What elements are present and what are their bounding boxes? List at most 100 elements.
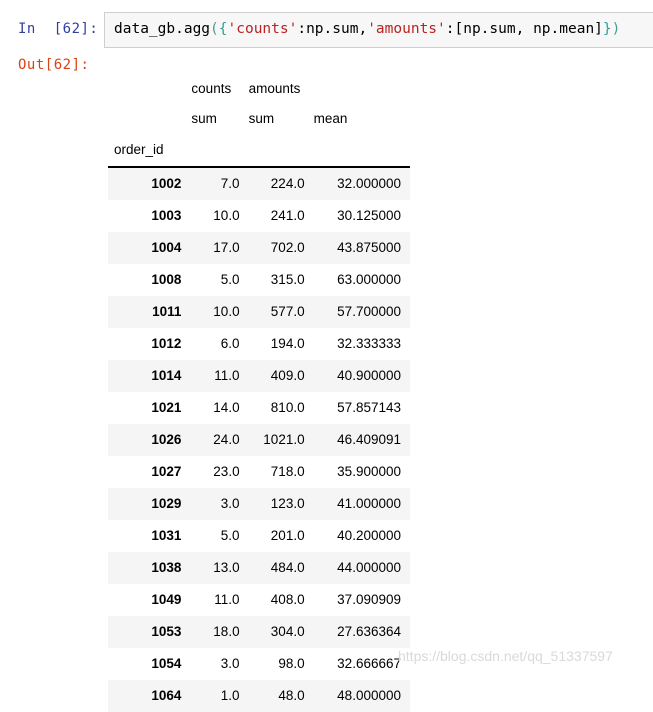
cell-amounts-sum: 123.0 <box>249 488 314 520</box>
cell-amounts-sum: 577.0 <box>249 296 314 328</box>
cell-counts-sum: 23.0 <box>191 456 248 488</box>
table-body: 10027.0224.032.000000100310.0241.030.125… <box>108 167 410 712</box>
cell-amounts-mean: 30.125000 <box>314 200 410 232</box>
cell-amounts-mean: 41.000000 <box>314 488 410 520</box>
cell-amounts-sum: 1021.0 <box>249 424 314 456</box>
cell-amounts-mean: 40.900000 <box>314 360 410 392</box>
group-header-counts: counts <box>191 74 248 104</box>
cell-counts-sum: 24.0 <box>191 424 248 456</box>
dataframe-table: counts amounts sum sum mean order_id 100… <box>108 74 410 712</box>
row-index-cell: 1011 <box>108 296 191 328</box>
index-row-blank-1 <box>191 134 248 167</box>
cell-amounts-mean: 32.333333 <box>314 328 410 360</box>
sub-header-amounts-sum: sum <box>249 104 314 134</box>
row-index-cell: 1021 <box>108 392 191 424</box>
code-line[interactable]: data_gb.agg({'counts':np.sum,'amounts':[… <box>114 21 620 37</box>
row-index-cell: 1012 <box>108 328 191 360</box>
cell-counts-sum: 10.0 <box>191 200 248 232</box>
row-index-cell: 1054 <box>108 648 191 680</box>
cell-amounts-sum: 718.0 <box>249 456 314 488</box>
table-row: 102624.01021.046.409091 <box>108 424 410 456</box>
cell-counts-sum: 11.0 <box>191 360 248 392</box>
row-index-cell: 1038 <box>108 552 191 584</box>
cell-amounts-sum: 702.0 <box>249 232 314 264</box>
group-header-row: counts amounts <box>108 74 410 104</box>
row-index-cell: 1053 <box>108 616 191 648</box>
group-header-amounts: amounts <box>249 74 314 104</box>
cell-amounts-sum: 48.0 <box>249 680 314 712</box>
row-index-cell: 1029 <box>108 488 191 520</box>
table-row: 105318.0304.027.636364 <box>108 616 410 648</box>
row-index-cell: 1014 <box>108 360 191 392</box>
cell-amounts-mean: 27.636364 <box>314 616 410 648</box>
sub-header-blank <box>108 104 191 134</box>
cell-counts-sum: 17.0 <box>191 232 248 264</box>
code-token-string-counts: 'counts' <box>228 21 298 37</box>
index-name-row: order_id <box>108 134 410 167</box>
code-token-np-sum-1: :np.sum, <box>297 21 367 37</box>
cell-amounts-mean: 57.700000 <box>314 296 410 328</box>
table-row: 10641.048.048.000000 <box>108 680 410 712</box>
cell-amounts-sum: 409.0 <box>249 360 314 392</box>
cell-counts-sum: 6.0 <box>191 328 248 360</box>
row-index-cell: 1049 <box>108 584 191 616</box>
table-row: 100417.0702.043.875000 <box>108 232 410 264</box>
code-editor-area[interactable]: data_gb.agg({'counts':np.sum,'amounts':[… <box>104 12 653 48</box>
code-token-close-brace: } <box>603 21 612 37</box>
cell-amounts-sum: 408.0 <box>249 584 314 616</box>
cell-counts-sum: 5.0 <box>191 520 248 552</box>
cell-amounts-sum: 810.0 <box>249 392 314 424</box>
cell-amounts-sum: 304.0 <box>249 616 314 648</box>
cell-amounts-sum: 484.0 <box>249 552 314 584</box>
table-row: 10027.0224.032.000000 <box>108 167 410 200</box>
sub-header-counts-sum: sum <box>191 104 248 134</box>
code-token-call: data_gb.agg <box>114 21 210 37</box>
table-row: 101411.0409.040.900000 <box>108 360 410 392</box>
table-row: 102723.0718.035.900000 <box>108 456 410 488</box>
cell-counts-sum: 10.0 <box>191 296 248 328</box>
cell-amounts-sum: 315.0 <box>249 264 314 296</box>
table-row: 10085.0315.063.000000 <box>108 264 410 296</box>
row-index-cell: 1002 <box>108 167 191 200</box>
index-name-label: order_id <box>108 134 191 167</box>
sub-header-amounts-mean: mean <box>314 104 410 134</box>
cell-amounts-mean: 32.000000 <box>314 167 410 200</box>
row-index-cell: 1008 <box>108 264 191 296</box>
group-header-spacer <box>314 74 410 104</box>
table-row: 10315.0201.040.200000 <box>108 520 410 552</box>
cell-amounts-sum: 201.0 <box>249 520 314 552</box>
index-row-blank-2 <box>249 134 314 167</box>
dataframe-output: counts amounts sum sum mean order_id 100… <box>108 74 410 712</box>
out-prompt-label: Out[62]: <box>18 57 89 73</box>
cell-amounts-sum: 98.0 <box>249 648 314 680</box>
table-head: counts amounts sum sum mean order_id <box>108 74 410 167</box>
table-row: 100310.0241.030.125000 <box>108 200 410 232</box>
cell-counts-sum: 3.0 <box>191 488 248 520</box>
code-token-open-paren: ( <box>210 21 219 37</box>
row-index-cell: 1003 <box>108 200 191 232</box>
table-row: 103813.0484.044.000000 <box>108 552 410 584</box>
cell-amounts-mean: 40.200000 <box>314 520 410 552</box>
table-row: 10543.098.032.666667 <box>108 648 410 680</box>
row-index-cell: 1004 <box>108 232 191 264</box>
cell-counts-sum: 11.0 <box>191 584 248 616</box>
cell-amounts-mean: 63.000000 <box>314 264 410 296</box>
cell-amounts-mean: 32.666667 <box>314 648 410 680</box>
cell-amounts-mean: 57.857143 <box>314 392 410 424</box>
cell-amounts-mean: 44.000000 <box>314 552 410 584</box>
cell-counts-sum: 13.0 <box>191 552 248 584</box>
code-token-np-list: :[np.sum, np.mean] <box>446 21 603 37</box>
table-row: 104911.0408.037.090909 <box>108 584 410 616</box>
cell-amounts-mean: 43.875000 <box>314 232 410 264</box>
row-index-cell: 1031 <box>108 520 191 552</box>
cell-counts-sum: 18.0 <box>191 616 248 648</box>
cell-amounts-mean: 46.409091 <box>314 424 410 456</box>
cell-counts-sum: 1.0 <box>191 680 248 712</box>
code-token-open-brace: { <box>219 21 228 37</box>
cell-counts-sum: 14.0 <box>191 392 248 424</box>
cell-amounts-mean: 48.000000 <box>314 680 410 712</box>
sub-header-row: sum sum mean <box>108 104 410 134</box>
table-row: 10293.0123.041.000000 <box>108 488 410 520</box>
code-token-string-amounts: 'amounts' <box>367 21 446 37</box>
cell-amounts-mean: 37.090909 <box>314 584 410 616</box>
